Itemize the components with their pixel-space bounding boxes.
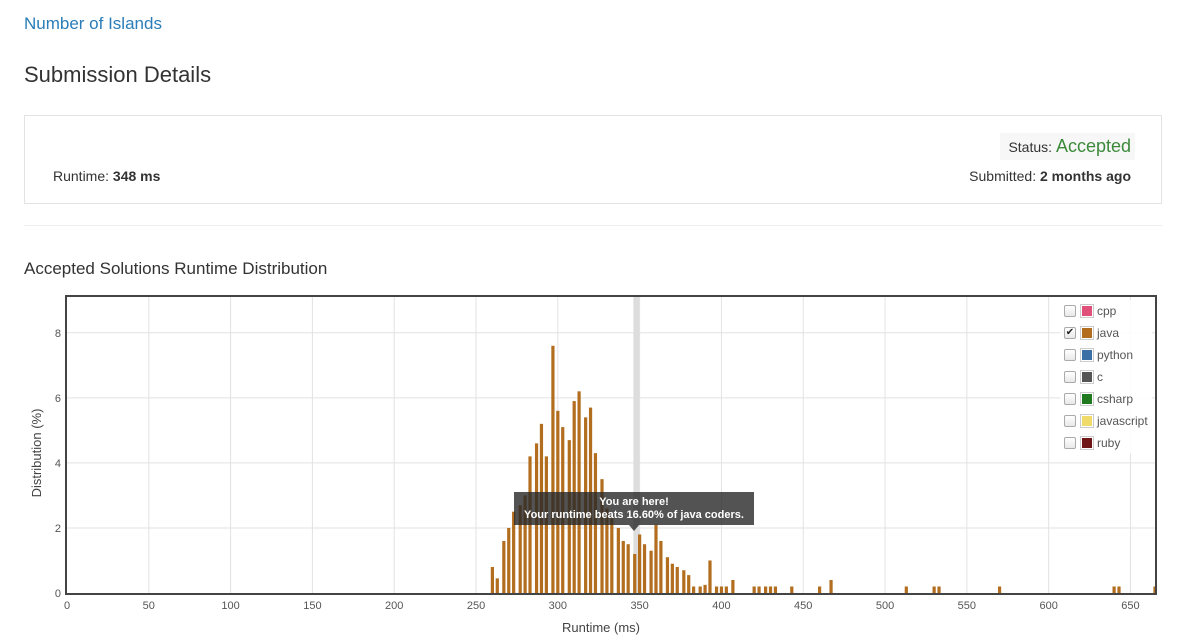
legend-label: ruby xyxy=(1097,436,1121,450)
tooltip-line-2: Your runtime beats 16.60% of java coders… xyxy=(524,509,744,521)
bar xyxy=(757,586,761,593)
bar xyxy=(638,534,642,593)
bar xyxy=(490,566,494,593)
bar xyxy=(997,586,1002,593)
bar xyxy=(687,575,691,593)
x-tick-label: 350 xyxy=(630,600,648,612)
x-tick-label: 650 xyxy=(1121,600,1139,612)
bar xyxy=(714,586,719,593)
legend-label: c xyxy=(1097,370,1103,384)
bar xyxy=(764,586,768,593)
legend-item-javascript[interactable]: javascript xyxy=(1060,410,1152,432)
legend-checkbox[interactable] xyxy=(1064,349,1076,361)
bar xyxy=(682,570,686,593)
x-tick-label: 300 xyxy=(549,600,567,612)
legend-swatch xyxy=(1080,436,1094,450)
legend-swatch xyxy=(1080,414,1094,428)
x-axis-label: Runtime (ms) xyxy=(562,620,640,635)
legend-swatch xyxy=(1080,348,1094,362)
bar xyxy=(698,586,702,593)
x-tick-label: 0 xyxy=(64,600,70,612)
legend-swatch xyxy=(1080,304,1094,318)
legend-label: cpp xyxy=(1097,304,1117,318)
bar xyxy=(1117,586,1121,593)
legend-item-ruby[interactable]: ruby xyxy=(1060,432,1152,454)
chart-legend: cpp ✔ java python c csharp javascript ruby xyxy=(1060,300,1152,454)
bar xyxy=(768,586,773,593)
bar xyxy=(610,518,614,593)
y-tick-label: 4 xyxy=(55,458,61,470)
legend-swatch xyxy=(1080,326,1094,340)
x-tick-label: 550 xyxy=(958,600,976,612)
bar xyxy=(790,586,794,593)
x-tick-label: 250 xyxy=(467,600,485,612)
legend-item-cpp[interactable]: cpp xyxy=(1060,300,1152,322)
bar xyxy=(818,586,822,593)
bar xyxy=(1112,586,1116,593)
bar xyxy=(642,544,647,593)
y-axis-label: Distribution (%) xyxy=(29,409,44,498)
legend-label: csharp xyxy=(1097,392,1134,406)
x-tick-label: 600 xyxy=(1039,600,1057,612)
legend-checkbox[interactable] xyxy=(1064,371,1076,383)
tooltip-arrow xyxy=(629,525,639,531)
x-tick-label: 50 xyxy=(143,600,155,612)
legend-checkbox[interactable] xyxy=(1064,305,1076,317)
x-tick-label: 450 xyxy=(794,600,812,612)
legend-checkbox[interactable] xyxy=(1064,437,1076,449)
bar xyxy=(708,560,712,593)
legend-checkbox[interactable] xyxy=(1064,393,1076,405)
x-tick-label: 500 xyxy=(876,600,894,612)
bar xyxy=(633,553,637,593)
bar xyxy=(932,586,936,593)
legend-swatch xyxy=(1080,392,1094,406)
tooltip-line-1: You are here! xyxy=(599,496,669,508)
bar xyxy=(616,527,620,593)
legend-checkbox[interactable]: ✔ xyxy=(1064,327,1076,339)
legend-label: java xyxy=(1097,326,1120,340)
legend-item-python[interactable]: python xyxy=(1060,344,1152,366)
bar xyxy=(649,550,653,593)
y-tick-label: 6 xyxy=(55,393,61,405)
bar xyxy=(665,557,670,593)
legend-item-c[interactable]: c xyxy=(1060,366,1152,388)
bar xyxy=(551,345,555,593)
y-tick-label: 8 xyxy=(55,328,61,340)
bar xyxy=(670,563,674,593)
bar xyxy=(507,527,511,593)
legend-swatch xyxy=(1080,370,1094,384)
bar xyxy=(752,586,756,593)
bar xyxy=(724,586,728,593)
bar xyxy=(703,584,707,593)
bar xyxy=(773,586,778,593)
bar xyxy=(654,524,658,593)
x-tick-label: 150 xyxy=(303,600,321,612)
bar xyxy=(626,544,630,593)
bar xyxy=(719,586,724,593)
x-tick-label: 100 xyxy=(221,600,239,612)
bar xyxy=(502,540,506,593)
legend-label: javascript xyxy=(1097,414,1148,428)
bar xyxy=(904,586,908,593)
bar xyxy=(937,586,941,593)
legend-checkbox[interactable] xyxy=(1064,415,1076,427)
bar xyxy=(675,566,679,593)
y-tick-label: 0 xyxy=(55,588,61,600)
x-tick-label: 400 xyxy=(712,600,730,612)
legend-label: python xyxy=(1097,348,1134,362)
bar xyxy=(829,579,833,593)
bar xyxy=(692,586,696,593)
runtime-distribution-chart: 0 50 100 150 200 250 300 350 400 450 500 550 600 650 0… xyxy=(29,295,1157,635)
bar xyxy=(621,540,625,593)
legend-item-csharp[interactable]: csharp xyxy=(1060,388,1152,410)
legend-item-java[interactable]: ✔ java xyxy=(1060,322,1152,344)
bar xyxy=(659,540,663,593)
bar xyxy=(731,579,735,593)
runtime-tooltip: You are here! Your runtime beats 16.60% … xyxy=(514,492,754,525)
x-tick-label: 200 xyxy=(385,600,403,612)
y-tick-label: 2 xyxy=(55,523,61,535)
bar xyxy=(495,578,499,593)
